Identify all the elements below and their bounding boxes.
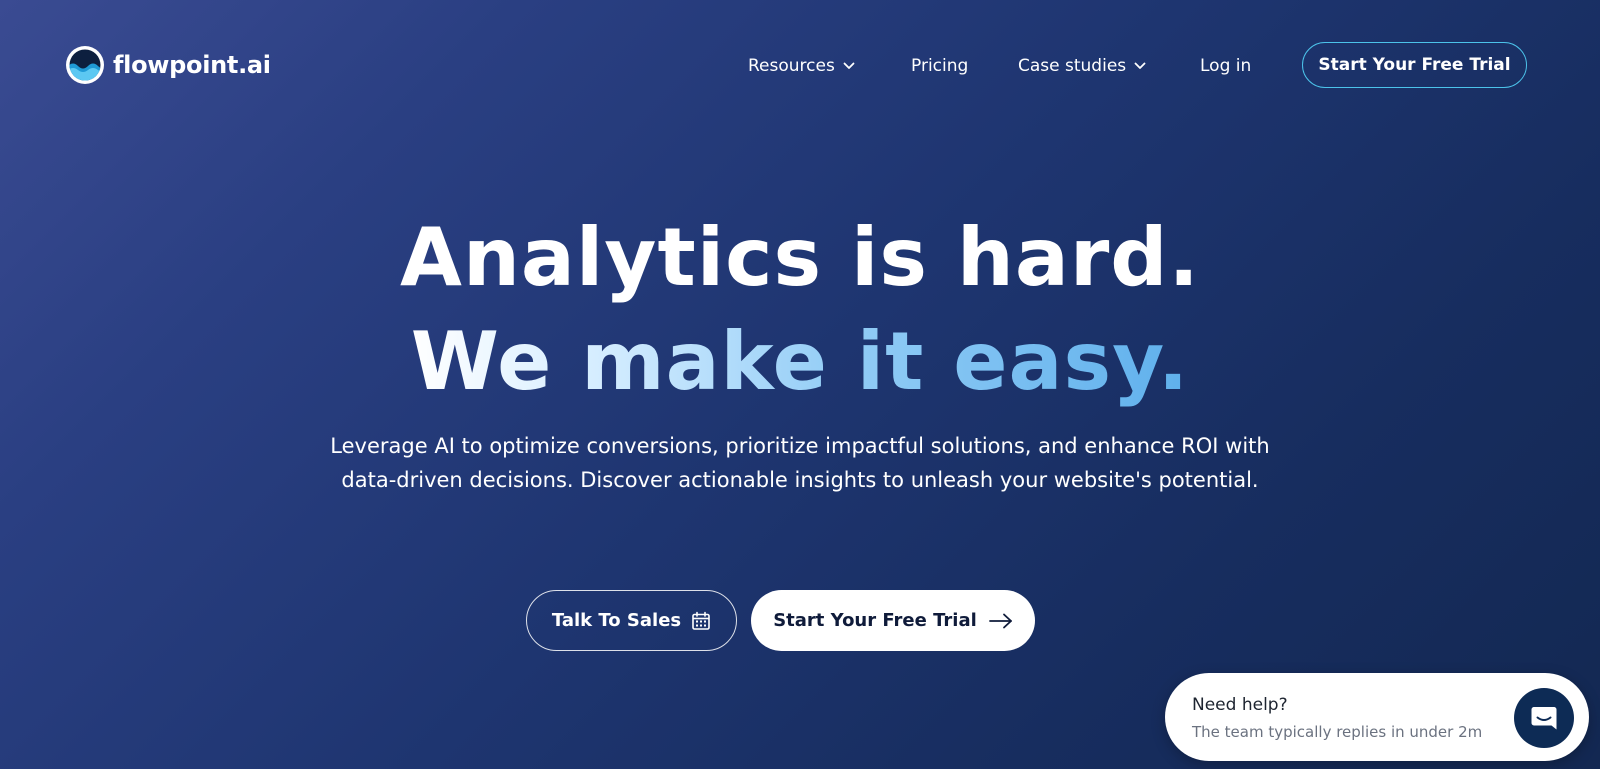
start-free-trial-label: Start Your Free Trial xyxy=(773,610,977,631)
hero-subheadline: Leverage AI to optimize conversions, pri… xyxy=(330,434,1270,492)
nav-item-case-studies[interactable]: Case studies xyxy=(1018,52,1146,80)
brand-name: flowpoint.ai xyxy=(113,51,271,79)
brand-logo-link[interactable]: flowpoint.ai xyxy=(65,45,271,85)
header-start-trial-label: Start Your Free Trial xyxy=(1318,55,1511,75)
nav-item-label: Pricing xyxy=(911,56,969,76)
header-start-trial-button[interactable]: Start Your Free Trial xyxy=(1302,42,1527,88)
chat-title: Need help? xyxy=(1192,695,1288,715)
nav-item-label: Log in xyxy=(1200,56,1252,76)
flowpoint-logo-icon xyxy=(66,46,104,84)
chat-bubble-icon xyxy=(1531,707,1557,730)
chevron-down-icon xyxy=(1134,62,1146,69)
arrow-right-icon xyxy=(988,613,1012,628)
nav-item-label: Case studies xyxy=(1018,56,1127,76)
nav-item-pricing[interactable]: Pricing xyxy=(911,52,968,80)
hero-headline-line2-text: We make it easy. xyxy=(410,315,1190,408)
chat-widget[interactable]: Need help? The team typically replies in… xyxy=(1165,673,1589,761)
hero-headline-line2: We make it easy. xyxy=(0,312,1600,412)
hero-headline-line1: Analytics is hard. xyxy=(400,211,1200,304)
calendar-icon xyxy=(692,611,710,630)
talk-to-sales-label: Talk To Sales xyxy=(551,610,682,631)
site-header: flowpoint.ai Resources Pricing Case stud… xyxy=(0,0,1600,130)
chevron-down-icon xyxy=(843,62,855,69)
nav-item-log-in[interactable]: Log in xyxy=(1200,52,1251,80)
nav-item-resources[interactable]: Resources xyxy=(748,52,855,80)
chat-launcher-button[interactable] xyxy=(1514,688,1574,748)
start-free-trial-button[interactable]: Start Your Free Trial xyxy=(751,590,1035,651)
talk-to-sales-button[interactable]: Talk To Sales xyxy=(526,590,737,651)
chat-subtitle: The team typically replies in under 2m xyxy=(1192,723,1483,741)
nav-item-label: Resources xyxy=(748,56,835,76)
